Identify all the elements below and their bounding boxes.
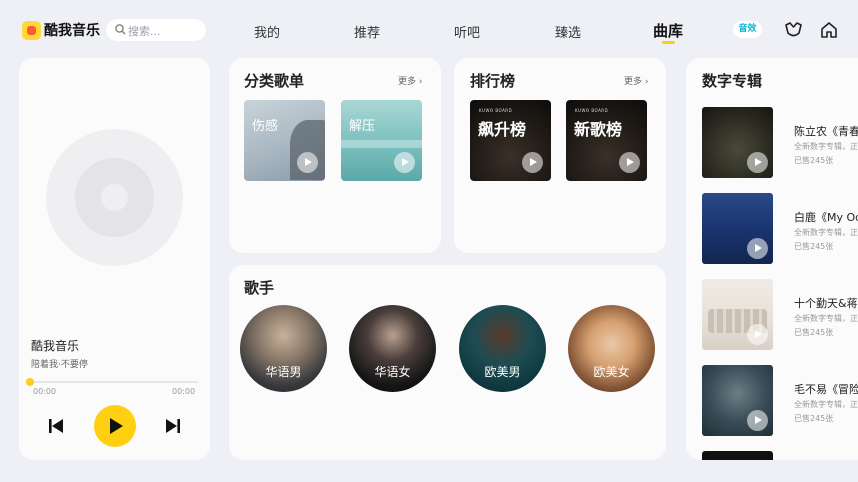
album-cover[interactable] [702, 279, 773, 350]
tab-mine[interactable]: 我的 [254, 22, 280, 41]
app-title: 酷我音乐 [44, 23, 100, 39]
album-title[interactable]: 十个勤天&蒋 [794, 295, 858, 311]
category-tile-sad[interactable]: 伤感 [244, 100, 325, 181]
singer-label: 华语男 [265, 365, 302, 379]
album-title[interactable]: 白鹿《My Od [794, 209, 858, 225]
song-artist: 陪着我·不要停 [31, 360, 88, 370]
album-desc: 全新数字专辑，正 [794, 142, 858, 151]
tab-recommend[interactable]: 推荐 [354, 22, 380, 41]
category-label: 解压 [349, 119, 376, 134]
singer-western-female[interactable]: 欧美女 [568, 305, 655, 392]
album-sold: 已售245张 [794, 156, 834, 165]
play-button[interactable] [94, 405, 136, 447]
singers-title: 歌手 [244, 279, 275, 297]
previous-icon[interactable] [47, 418, 65, 434]
play-icon [110, 418, 123, 434]
album-desc: 全新数字专辑，正 [794, 400, 858, 409]
play-icon[interactable] [297, 152, 318, 173]
album-disc-center [101, 184, 128, 211]
categories-title: 分类歌单 [244, 72, 305, 90]
album-cover[interactable] [702, 451, 773, 460]
album-title[interactable]: 毛不易《冒险 [794, 381, 858, 397]
charts-more-link[interactable]: 更多 › [624, 74, 648, 87]
categories-more-link[interactable]: 更多 › [398, 74, 422, 87]
tab-selected[interactable]: 臻选 [555, 22, 581, 41]
chart-tile-new[interactable]: KUWO BOARD 新歌榜 [566, 100, 647, 181]
album-sold: 已售245张 [794, 414, 834, 423]
play-icon[interactable] [619, 152, 640, 173]
charts-title: 排行榜 [470, 72, 516, 90]
play-icon[interactable] [747, 324, 768, 345]
album-cover[interactable] [702, 365, 773, 436]
sound-effect-button[interactable]: 音效 [733, 21, 762, 38]
tab-library[interactable]: 曲库 [653, 20, 683, 41]
gift-icon[interactable] [784, 21, 803, 39]
album-sold: 已售245张 [794, 328, 834, 337]
album-desc: 全新数字专辑，正 [794, 228, 858, 237]
chart-sub-label: KUWO BOARD [575, 108, 609, 113]
chart-label: 新歌榜 [574, 120, 623, 139]
time-current: 00:00 [33, 387, 57, 396]
album-cover[interactable] [702, 107, 773, 178]
time-total: 00:00 [172, 387, 196, 396]
tab-active-indicator [662, 41, 675, 44]
progress-knob[interactable] [26, 378, 34, 386]
singer-chinese-male[interactable]: 华语男 [240, 305, 327, 392]
chart-tile-rising[interactable]: KUWO BOARD 飙升榜 [470, 100, 551, 181]
chart-label: 飙升榜 [478, 120, 527, 139]
next-icon[interactable] [164, 418, 182, 434]
search-input[interactable]: 搜索... [106, 19, 206, 41]
category-label: 伤感 [252, 119, 279, 134]
albums-title: 数字专辑 [702, 72, 763, 90]
app-logo [22, 21, 41, 40]
play-icon[interactable] [394, 152, 415, 173]
play-icon[interactable] [747, 238, 768, 259]
play-icon[interactable] [747, 152, 768, 173]
progress-track[interactable] [30, 381, 198, 383]
tab-listen[interactable]: 听吧 [454, 22, 480, 41]
category-tile-relax[interactable]: 解压 [341, 100, 422, 181]
search-placeholder: 搜索... [128, 25, 161, 38]
singer-western-male[interactable]: 欧美男 [459, 305, 546, 392]
album-cover[interactable] [702, 193, 773, 264]
singer-label: 欧美男 [484, 365, 521, 379]
chart-sub-label: KUWO BOARD [479, 108, 513, 113]
play-icon[interactable] [522, 152, 543, 173]
album-sold: 已售245张 [794, 242, 834, 251]
search-icon [115, 24, 126, 35]
play-icon[interactable] [747, 410, 768, 431]
album-desc: 全新数字专辑，正 [794, 314, 858, 323]
song-title: 酷我音乐 [31, 339, 80, 353]
singer-label: 欧美女 [593, 365, 630, 379]
singer-chinese-female[interactable]: 华语女 [349, 305, 436, 392]
singer-label: 华语女 [374, 365, 411, 379]
home-icon[interactable] [820, 21, 838, 39]
album-title[interactable]: 陈立农《青春 [794, 123, 858, 139]
